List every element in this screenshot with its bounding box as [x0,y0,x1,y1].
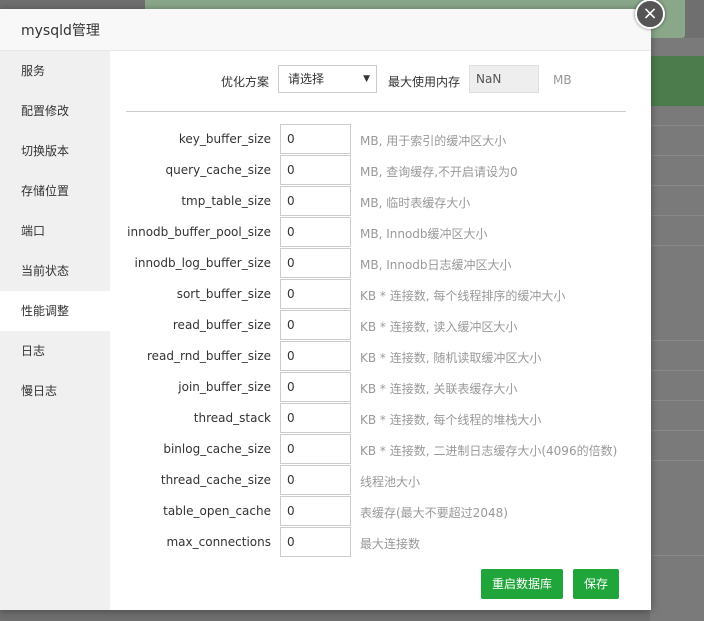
param-hint: MB, Innodb日志缓冲区大小 [360,258,512,272]
dialog-title: mysqld管理 [21,22,100,39]
param-row-table-open-cache: table_open_cache 0 表缓存(最大不要超过2048) [110,496,651,527]
max-connections-input[interactable]: 0 [280,527,351,557]
background-green-row [650,56,704,106]
sidebar-item-slow-log[interactable]: 慢日志 [0,371,110,411]
param-label: read_rnd_buffer_size [146,349,271,363]
chevron-down-icon: ▼ [363,74,370,84]
max-memory-label: 最大使用内存 [388,75,461,89]
optimize-row: 优化方案 请选择 ▼ 最大使用内存 NaN MB [110,65,651,95]
param-row-thread-cache-size: thread_cache_size 0 线程池大小 [110,465,651,496]
param-label: query_cache_size [165,163,271,177]
param-label: table_open_cache [163,504,271,518]
param-hint: KB * 连接数, 随机读取缓冲区大小 [360,351,542,365]
param-hint: KB * 连接数, 读入缓冲区大小 [360,320,518,334]
innodb-buffer-pool-size-input[interactable]: 0 [280,217,351,247]
param-label: join_buffer_size [178,380,271,394]
restart-database-button[interactable]: 重启数据库 [481,569,563,599]
param-row-binlog-cache-size: binlog_cache_size 0 KB * 连接数, 二进制日志缓存大小(40… [110,434,651,465]
background-row-divider [650,215,704,216]
background-row-divider [650,185,704,186]
param-label: read_buffer_size [172,318,271,332]
param-row-innodb-log-buffer-size: innodb_log_buffer_size 0 MB, Innodb日志缓冲区大小 [110,248,651,279]
tmp-table-size-input[interactable]: 0 [280,186,351,216]
divider [126,111,626,112]
param-hint: KB * 连接数, 每个线程的堆栈大小 [360,413,542,427]
param-hint: KB * 连接数, 每个线程排序的缓冲大小 [360,289,566,303]
param-hint: 最大连接数 [360,537,421,551]
performance-panel: 优化方案 请选择 ▼ 最大使用内存 NaN MB key_buffer_size… [110,51,651,610]
innodb-log-buffer-size-input[interactable]: 0 [280,248,351,278]
param-row-tmp-table-size: tmp_table_size 0 MB, 临时表缓存大小 [110,186,651,217]
sidebar-item-switch-version[interactable]: 切换版本 [0,131,110,171]
param-label: thread_cache_size [160,473,271,487]
param-row-read-rnd-buffer-size: read_rnd_buffer_size 0 KB * 连接数, 随机读取缓冲区大小 [110,341,651,372]
param-label: tmp_table_size [181,194,271,208]
param-row-sort-buffer-size: sort_buffer_size 0 KB * 连接数, 每个线程排序的缓冲大小 [110,279,651,310]
param-row-query-cache-size: query_cache_size 0 MB, 查询缓存,不开启请设为0 [110,155,651,186]
param-label: innodb_buffer_pool_size [127,225,271,239]
param-label: max_connections [166,535,271,549]
param-label: thread_stack [193,411,271,425]
param-hint: KB * 连接数, 二进制日志缓存大小(4096的倍数) [360,444,618,458]
background-row-divider [650,400,704,401]
sidebar: 服务 配置修改 切换版本 存储位置 端口 当前状态 性能调整 日志 慢日志 [0,51,110,610]
param-hint: MB, 临时表缓存大小 [360,196,471,210]
sidebar-item-performance[interactable]: 性能调整 [0,291,110,331]
param-label: binlog_cache_size [163,442,271,456]
param-hint: MB, Innodb缓冲区大小 [360,227,488,241]
param-hint: 表缓存(最大不要超过2048) [360,506,508,520]
background-row-divider [650,430,704,431]
param-hint: MB, 用于索引的缓冲区大小 [360,134,507,148]
save-button[interactable]: 保存 [573,569,619,599]
background-row-divider [650,125,704,126]
param-row-join-buffer-size: join_buffer_size 0 KB * 连接数, 关联表缓存大小 [110,372,651,403]
background-row-divider [650,245,704,246]
sidebar-item-port[interactable]: 端口 [0,211,110,251]
param-row-innodb-buffer-pool-size: innodb_buffer_pool_size 0 MB, Innodb缓冲区大小 [110,217,651,248]
read-buffer-size-input[interactable]: 0 [280,310,351,340]
param-hint: MB, 查询缓存,不开启请设为0 [360,165,518,179]
optimize-select-value: 请选择 [288,72,325,86]
binlog-cache-size-input[interactable]: 0 [280,434,351,464]
background-row-divider [650,460,704,461]
background-row-divider [650,340,704,341]
sort-buffer-size-input[interactable]: 0 [280,279,351,309]
sidebar-item-config[interactable]: 配置修改 [0,91,110,131]
max-memory-field: NaN [469,65,539,93]
table-open-cache-input[interactable]: 0 [280,496,351,526]
param-hint: 线程池大小 [360,475,421,489]
query-cache-size-input[interactable]: 0 [280,155,351,185]
param-label: sort_buffer_size [176,287,271,301]
sidebar-item-service[interactable]: 服务 [0,51,110,91]
thread-cache-size-input[interactable]: 0 [280,465,351,495]
dialog-header: mysqld管理 [0,9,651,51]
param-row-key-buffer-size: key_buffer_size 0 MB, 用于索引的缓冲区大小 [110,124,651,155]
sidebar-item-status[interactable]: 当前状态 [0,251,110,291]
param-row-read-buffer-size: read_buffer_size 0 KB * 连接数, 读入缓冲区大小 [110,310,651,341]
param-row-max-connections: max_connections 0 最大连接数 [110,527,651,558]
param-label: innodb_log_buffer_size [134,256,272,270]
background-row-divider [650,370,704,371]
thread-stack-input[interactable]: 0 [280,403,351,433]
max-memory-unit: MB [553,73,572,87]
param-hint: KB * 连接数, 关联表缓存大小 [360,382,518,396]
optimize-label: 优化方案 [220,75,269,89]
param-label: key_buffer_size [178,132,271,146]
read-rnd-buffer-size-input[interactable]: 0 [280,341,351,371]
key-buffer-size-input[interactable]: 0 [280,124,351,154]
sidebar-item-log[interactable]: 日志 [0,331,110,371]
join-buffer-size-input[interactable]: 0 [280,372,351,402]
background-row-divider [650,555,704,556]
optimize-select[interactable]: 请选择 ▼ [278,65,377,93]
close-icon[interactable]: × [635,0,665,29]
mysqld-dialog: mysqld管理 × 服务 配置修改 切换版本 存储位置 端口 当前状态 性能调… [0,0,665,610]
param-row-thread-stack: thread_stack 0 KB * 连接数, 每个线程的堆栈大小 [110,403,651,434]
background-row-divider [650,155,704,156]
sidebar-item-storage[interactable]: 存储位置 [0,171,110,211]
